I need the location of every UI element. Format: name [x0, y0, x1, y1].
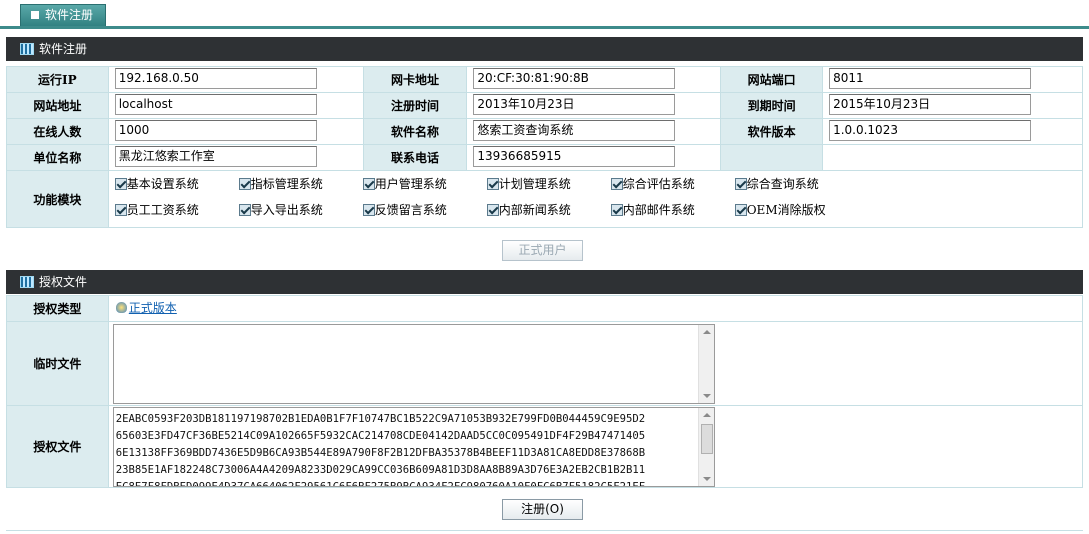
- run-ip-field[interactable]: 192.168.0.50: [114, 67, 317, 89]
- label-port: 网站端口: [720, 66, 824, 93]
- label-expire: 到期时间: [720, 92, 824, 119]
- module-checkbox[interactable]: OEM消除版权: [734, 201, 859, 218]
- checkbox-checked-icon: [114, 203, 127, 216]
- checkbox-checked-icon: [362, 203, 375, 216]
- label-mac: 网卡地址: [362, 66, 468, 93]
- shield-icon: [115, 301, 128, 315]
- checkbox-checked-icon: [238, 203, 251, 216]
- module-checkbox[interactable]: 综合查询系统: [734, 175, 859, 192]
- expire-field[interactable]: 2015年10月23日: [829, 93, 1032, 115]
- section-header-register: 软件注册: [6, 37, 1083, 61]
- sw-name-field[interactable]: 悠索工资查询系统: [473, 119, 676, 141]
- section-header-auth: 授权文件: [6, 270, 1083, 294]
- tab-bar: 软件注册: [0, 0, 1089, 30]
- label-reg-time: 注册时间: [362, 92, 468, 119]
- label-run-ip: 运行IP: [6, 66, 109, 93]
- auth-scrollbar[interactable]: [697, 407, 714, 486]
- label-modules: 功能模块: [6, 170, 109, 228]
- phone-field[interactable]: 13936685915: [473, 145, 676, 167]
- auth-type-link-wrap: 正式版本: [115, 299, 177, 316]
- scroll-up-arrow-icon[interactable]: [702, 329, 711, 334]
- checkbox-checked-icon: [734, 203, 747, 216]
- checkbox-checked-icon: [610, 177, 623, 190]
- register-info-table: 运行IP 192.168.0.50 网卡地址 20:CF:30:81:90:8B…: [6, 66, 1084, 228]
- label-sw-ver: 软件版本: [720, 118, 824, 145]
- auth-table: 授权类型 正式版本 临时文件 授权文件 2EABC0593F203DB18119…: [6, 295, 1084, 488]
- register-button[interactable]: 注册(O): [502, 499, 583, 520]
- label-temp-file: 临时文件: [6, 321, 109, 406]
- mac-field[interactable]: 20:CF:30:81:90:8B: [473, 67, 676, 89]
- modules-row-1: 基本设置系统 指标管理系统 用户管理系统 计划管理系统 综合评估系统 综合查询系统: [114, 175, 1082, 201]
- label-auth-type: 授权类型: [6, 295, 109, 322]
- port-field[interactable]: 8011: [829, 67, 1032, 89]
- auth-line: EC8E7F8FDBED099E4D37CA664062F29561C6F6BF…: [115, 480, 646, 487]
- module-checkbox[interactable]: 内部新闻系统: [486, 201, 611, 218]
- module-checkbox[interactable]: 反馈留言系统: [362, 201, 487, 218]
- official-version-link[interactable]: 正式版本: [129, 299, 177, 316]
- label-auth-file: 授权文件: [6, 405, 109, 488]
- scroll-thumb[interactable]: [700, 423, 713, 454]
- checkbox-checked-icon: [114, 177, 127, 190]
- auth-line: 65603E3FD47CF36BE5214C09A102665F5932CAC2…: [115, 429, 646, 442]
- online-field[interactable]: 1000: [114, 119, 317, 141]
- empty-label-cell: [720, 144, 824, 171]
- scroll-down-arrow-icon[interactable]: [702, 393, 711, 398]
- tab-software-register[interactable]: 软件注册: [20, 4, 106, 27]
- temp-file-textarea[interactable]: [112, 323, 715, 404]
- bottom-divider: [6, 530, 1083, 531]
- tab-underline: [0, 26, 1089, 29]
- unit-field[interactable]: 黑龙江悠索工作室: [114, 145, 317, 167]
- label-unit: 单位名称: [6, 144, 109, 171]
- section-title: 软件注册: [39, 42, 88, 56]
- checkbox-checked-icon: [238, 177, 251, 190]
- label-online: 在线人数: [6, 118, 109, 145]
- module-checkbox[interactable]: 员工工资系统: [114, 201, 239, 218]
- modules-cell: 基本设置系统 指标管理系统 用户管理系统 计划管理系统 综合评估系统 综合查询系统 员工工…: [107, 170, 1084, 228]
- module-checkbox[interactable]: 基本设置系统: [114, 175, 239, 192]
- module-checkbox[interactable]: 指标管理系统: [238, 175, 363, 192]
- panel-icon: [20, 275, 34, 288]
- scroll-up-arrow-icon[interactable]: [702, 412, 711, 417]
- site-field[interactable]: localhost: [114, 93, 317, 115]
- checkbox-checked-icon: [734, 177, 747, 190]
- square-icon: [31, 10, 39, 19]
- module-checkbox[interactable]: 计划管理系统: [486, 175, 611, 192]
- checkbox-checked-icon: [610, 203, 623, 216]
- label-sw-name: 软件名称: [362, 118, 468, 145]
- auth-line: 2EABC0593F203DB181197198702B1EDA0B1F7F10…: [115, 412, 646, 425]
- label-site: 网站地址: [6, 92, 109, 119]
- auth-file-textarea[interactable]: 2EABC0593F203DB181197198702B1EDA0B1F7F10…: [112, 406, 715, 487]
- module-checkbox[interactable]: 用户管理系统: [362, 175, 487, 192]
- module-checkbox[interactable]: 综合评估系统: [610, 175, 735, 192]
- checkbox-checked-icon: [486, 203, 499, 216]
- modules-row-2: 员工工资系统 导入导出系统 反馈留言系统 内部新闻系统 内部邮件系统 OEM消除版权: [114, 201, 1082, 227]
- official-user-button[interactable]: 正式用户: [502, 240, 583, 261]
- scroll-down-arrow-icon[interactable]: [702, 476, 711, 481]
- sw-ver-field[interactable]: 1.0.0.1023: [829, 119, 1032, 141]
- checkbox-checked-icon: [362, 177, 375, 190]
- panel-icon: [20, 42, 34, 55]
- temp-scrollbar[interactable]: [697, 324, 714, 403]
- label-phone: 联系电话: [362, 144, 468, 171]
- empty-value-cell: [822, 144, 1083, 171]
- auth-type-cell: 正式版本: [107, 295, 1084, 322]
- section-title: 授权文件: [39, 275, 88, 289]
- tab-label: 软件注册: [45, 8, 94, 22]
- reg-time-field[interactable]: 2013年10月23日: [473, 93, 676, 115]
- auth-line: 6E13138FF369BDD7436E5D9B6CA93B544E89A790…: [115, 446, 646, 459]
- module-checkbox[interactable]: 导入导出系统: [238, 201, 363, 218]
- checkbox-checked-icon: [486, 177, 499, 190]
- auth-line: 23B85E1AF182248C73006A4A4209A8233D029CA9…: [115, 463, 646, 476]
- module-checkbox[interactable]: 内部邮件系统: [610, 201, 735, 218]
- auth-file-text: 2EABC0593F203DB181197198702B1EDA0B1F7F10…: [114, 408, 714, 487]
